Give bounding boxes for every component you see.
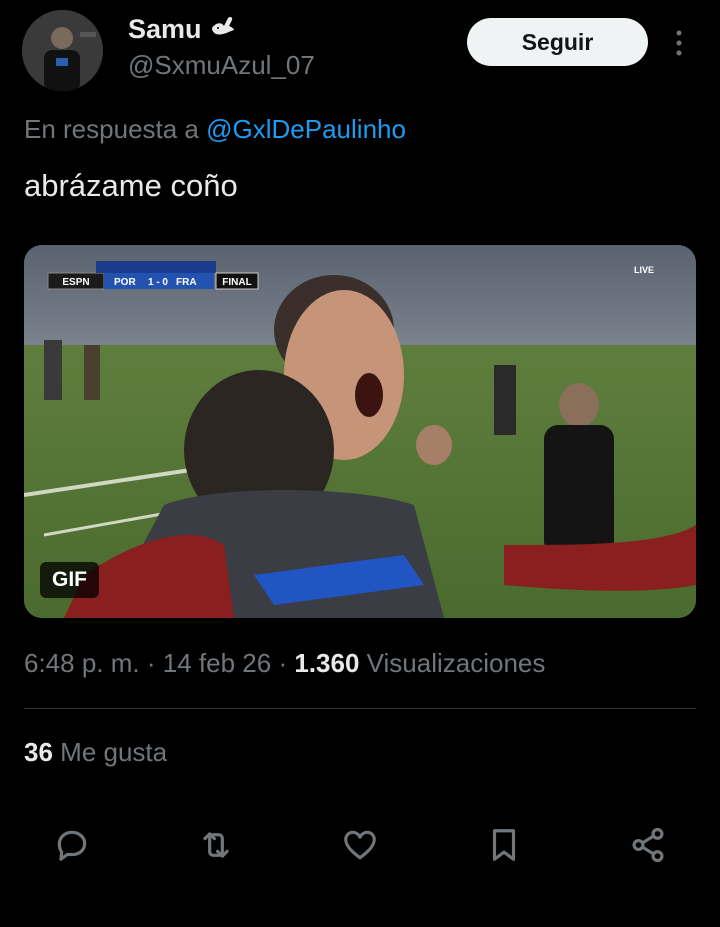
author-name-text: Samu [128,14,202,44]
scoreboard-score: 1 - 0 [148,277,168,288]
reply-context: En respuesta a @GxlDePaulinho [24,114,406,145]
likes-label: Me gusta [60,737,168,767]
reply-mention-link[interactable]: @GxlDePaulinho [206,114,406,144]
tweet-text: abrázame coño [24,168,238,203]
action-bar [0,820,720,870]
more-vertical-icon[interactable] [668,28,690,58]
reply-icon[interactable] [47,820,97,870]
dove-icon [210,14,236,45]
tweet-time[interactable]: 6:48 p. m. [24,648,140,678]
tweet-date[interactable]: 14 feb 26 [163,648,271,678]
scoreboard-status: FINAL [222,277,251,288]
gif-frame: ESPN POR 1 - 0 FRA FINAL LIVE [24,245,696,618]
likes-stat[interactable]: 36 Me gusta [24,737,167,768]
tweet-gif-media[interactable]: ESPN POR 1 - 0 FRA FINAL LIVE GIF [24,245,696,618]
tweet-header: Samu @SxmuAzul_07 Seguir [0,0,720,100]
gif-badge: GIF [40,562,99,598]
avatar[interactable] [22,10,103,91]
bookmark-icon[interactable] [479,820,529,870]
scoreboard-live-tag: LIVE [634,265,654,275]
heart-icon[interactable] [335,820,385,870]
author-handle[interactable]: @SxmuAzul_07 [128,50,315,81]
likes-count: 36 [24,737,53,767]
retweet-icon[interactable] [191,820,241,870]
divider [24,708,696,709]
meta-separator: · [278,648,288,678]
follow-button[interactable]: Seguir [467,18,648,66]
views-label: Visualizaciones [366,648,546,678]
tweet-meta: 6:48 p. m. · 14 feb 26 · 1.360 Visualiza… [24,648,545,679]
reply-prefix: En respuesta a [24,114,199,144]
views-count: 1.360 [294,648,360,678]
meta-separator: · [146,648,156,678]
scoreboard-home: POR [114,277,136,288]
scoreboard-broadcaster: ESPN [62,277,89,288]
scoreboard-away: FRA [176,277,197,288]
author-display-name[interactable]: Samu [128,14,236,45]
share-icon[interactable] [623,820,673,870]
